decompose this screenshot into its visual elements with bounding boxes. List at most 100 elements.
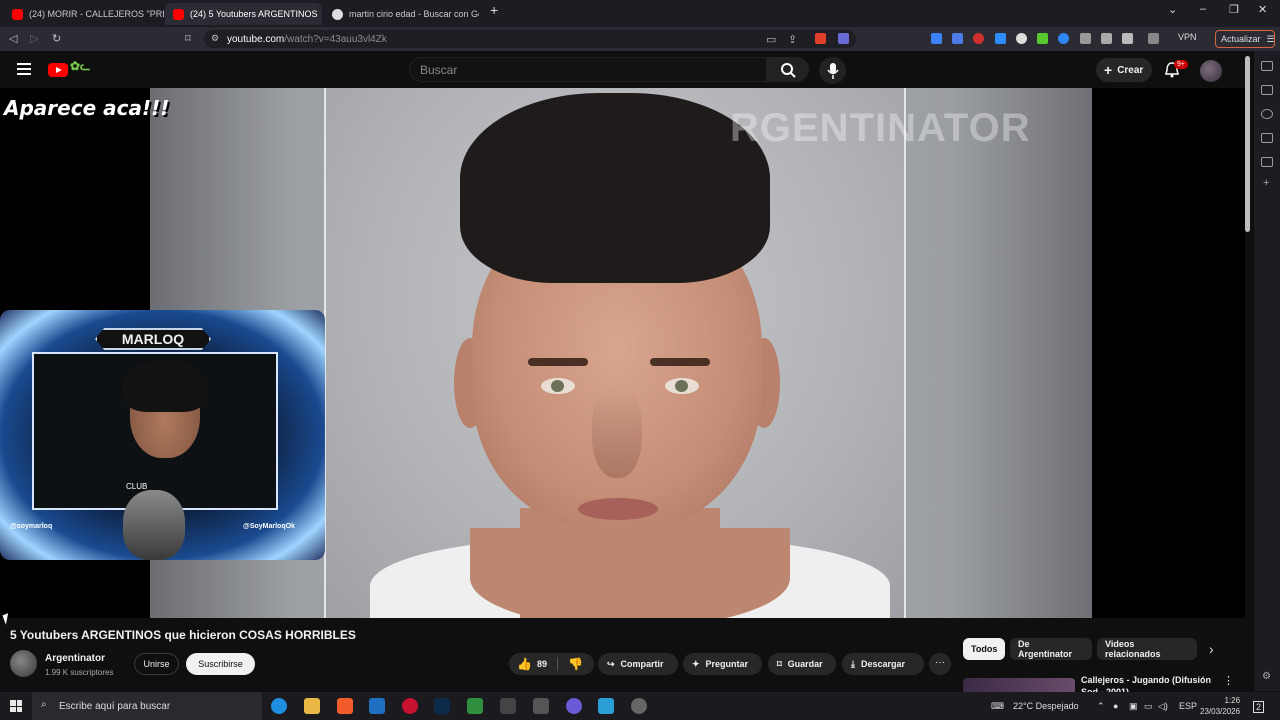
save-button[interactable]: ⌑ Guardar: [768, 653, 836, 675]
opera-icon[interactable]: [402, 698, 418, 714]
taskbar-search-box[interactable]: ⌕ Escribe aquí para buscar: [32, 692, 262, 720]
brave-icon[interactable]: [337, 698, 353, 714]
related-video-title[interactable]: Callejeros - Jugando (Difusión Sod - 200…: [1081, 674, 1211, 692]
taskbar-clock[interactable]: 1:26 23/03/2026: [1200, 695, 1240, 717]
update-button[interactable]: Actualizar ☰: [1215, 30, 1275, 48]
microphone-tray-icon[interactable]: ●: [1113, 701, 1118, 711]
extension-icon[interactable]: [1058, 33, 1069, 44]
minimize-icon[interactable]: –: [1200, 3, 1206, 15]
extension-icon[interactable]: [1080, 33, 1091, 44]
scrollbar-thumb[interactable]: [1245, 56, 1250, 232]
new-tab-icon[interactable]: +: [490, 2, 498, 18]
thumbs-down-icon: 👎: [567, 657, 583, 671]
tray-chevron-icon[interactable]: ⌃: [1097, 701, 1105, 712]
join-button[interactable]: Unirse: [134, 653, 179, 675]
hamburger-menu-icon[interactable]: [17, 63, 31, 75]
translate-extension-icon[interactable]: [952, 33, 963, 44]
wallet-icon[interactable]: [1148, 33, 1159, 44]
windows-start-icon[interactable]: [10, 700, 22, 712]
browser-tab-3[interactable]: martin cirio edad - Buscar con Goog: [324, 3, 479, 25]
chevron-right-icon[interactable]: ›: [1209, 641, 1214, 657]
app-icon[interactable]: [500, 698, 516, 714]
chip-de-argentinator[interactable]: De Argentinator: [1010, 638, 1092, 660]
app-icon[interactable]: [533, 698, 549, 714]
sidebar-add-icon[interactable]: +: [1263, 177, 1269, 189]
chip-videos-relacionados[interactable]: Videos relacionados: [1097, 638, 1197, 660]
volume-icon[interactable]: ◁): [1158, 701, 1168, 712]
photoshop-icon[interactable]: [434, 698, 450, 714]
dislike-button[interactable]: 👎: [568, 657, 583, 671]
sidebar-toggle-icon[interactable]: [1122, 33, 1133, 44]
video-watermark: RGENTINATOR: [730, 106, 1031, 150]
extension-icon[interactable]: [973, 33, 984, 44]
youtube-doodle-logo[interactable]: ✿ᓚ: [70, 59, 108, 79]
youtube-logo[interactable]: [48, 63, 68, 77]
search-input[interactable]: Buscar: [409, 57, 767, 82]
voice-search-button[interactable]: [819, 57, 846, 84]
bookmark-icon[interactable]: ⌑: [185, 32, 191, 45]
notification-center-icon[interactable]: 2: [1253, 701, 1265, 713]
share-button[interactable]: ↪ Compartir: [598, 653, 678, 675]
sidebar-settings-icon[interactable]: ⚙: [1262, 671, 1271, 682]
account-avatar[interactable]: [1200, 60, 1222, 82]
subscribe-button[interactable]: Suscribirse: [186, 653, 255, 675]
extension-icon[interactable]: [931, 33, 942, 44]
app-icon[interactable]: [598, 698, 614, 714]
like-button[interactable]: 👍 89: [517, 657, 547, 671]
chip-todos[interactable]: Todos: [963, 638, 1005, 660]
tray-app-icon[interactable]: ▣: [1129, 701, 1138, 712]
related-video-thumbnail[interactable]: [963, 678, 1075, 692]
webcam-handle-instagram: @soymarloq: [10, 523, 53, 530]
close-tab-icon[interactable]: ✕: [318, 8, 322, 21]
channel-avatar[interactable]: [10, 650, 37, 677]
network-icon[interactable]: ▭: [1144, 701, 1153, 712]
app-icon[interactable]: [467, 698, 483, 714]
share-icon[interactable]: ⇪: [788, 33, 797, 46]
download-button[interactable]: ⤓ Descargar: [842, 653, 924, 675]
brave-shields-icon[interactable]: [815, 33, 826, 44]
back-icon[interactable]: ◁: [9, 32, 17, 45]
address-bar[interactable]: ⚙ youtube.com/watch?v=43auu3vl4Zk ▭ ⇪: [204, 30, 856, 48]
ask-button[interactable]: ✦ Preguntar: [683, 653, 762, 675]
sidebar-bookmarks-icon[interactable]: [1261, 133, 1273, 143]
related-more-icon[interactable]: ⋮: [1223, 674, 1234, 687]
extension-icon[interactable]: [1016, 33, 1027, 44]
language-indicator[interactable]: ESP: [1179, 701, 1197, 711]
music-extension-icon[interactable]: [1101, 33, 1112, 44]
sidebar-reading-list-icon[interactable]: [1261, 85, 1273, 95]
site-info-icon[interactable]: ⚙: [211, 33, 219, 44]
url-host: youtube.com: [227, 33, 285, 45]
browser-tab-strip: (24) MORIR - CALLEJEROS "PRESION (24) 5 …: [0, 0, 1280, 27]
extension-icon[interactable]: [995, 33, 1006, 44]
weather-text[interactable]: 22°C Despejado: [1013, 701, 1079, 711]
vpn-button[interactable]: VPN: [1178, 32, 1197, 42]
video-mouth: [578, 498, 658, 520]
keyboard-icon[interactable]: ⌨: [991, 701, 1004, 712]
brave-rewards-icon[interactable]: [838, 33, 849, 44]
video-hair: [460, 93, 770, 283]
more-actions-button[interactable]: ···: [929, 653, 951, 675]
maximize-icon[interactable]: ❐: [1229, 3, 1239, 16]
channel-name[interactable]: Argentinator: [45, 653, 105, 664]
sidebar-history-icon[interactable]: [1261, 109, 1273, 119]
tab-search-icon[interactable]: ⌄: [1168, 3, 1177, 16]
browser-tab-2[interactable]: (24) 5 Youtubers ARGENTINOS ✕: [165, 3, 322, 25]
file-explorer-icon[interactable]: [304, 698, 320, 714]
obs-icon[interactable]: [631, 698, 647, 714]
reload-icon[interactable]: ↻: [52, 32, 61, 45]
close-window-icon[interactable]: ✕: [1258, 3, 1267, 16]
browser-tab-1[interactable]: (24) MORIR - CALLEJEROS "PRESION: [4, 3, 164, 25]
extension-icon[interactable]: [1037, 33, 1048, 44]
create-label: Crear: [1117, 64, 1144, 76]
discord-icon[interactable]: [566, 698, 582, 714]
sidebar-wallet-icon[interactable]: [1261, 157, 1273, 167]
forward-icon[interactable]: ▷: [30, 32, 38, 45]
cast-icon[interactable]: ▭: [766, 33, 776, 46]
vegas-icon[interactable]: [369, 698, 385, 714]
video-title: 5 Youtubers ARGENTINOS que hicieron COSA…: [10, 628, 356, 642]
search-button[interactable]: [767, 57, 809, 82]
browser-sidebar: + ⚙: [1254, 51, 1280, 691]
create-button[interactable]: + Crear: [1096, 58, 1152, 82]
edge-icon[interactable]: [271, 698, 287, 714]
sidebar-panel-icon[interactable]: [1261, 61, 1273, 71]
